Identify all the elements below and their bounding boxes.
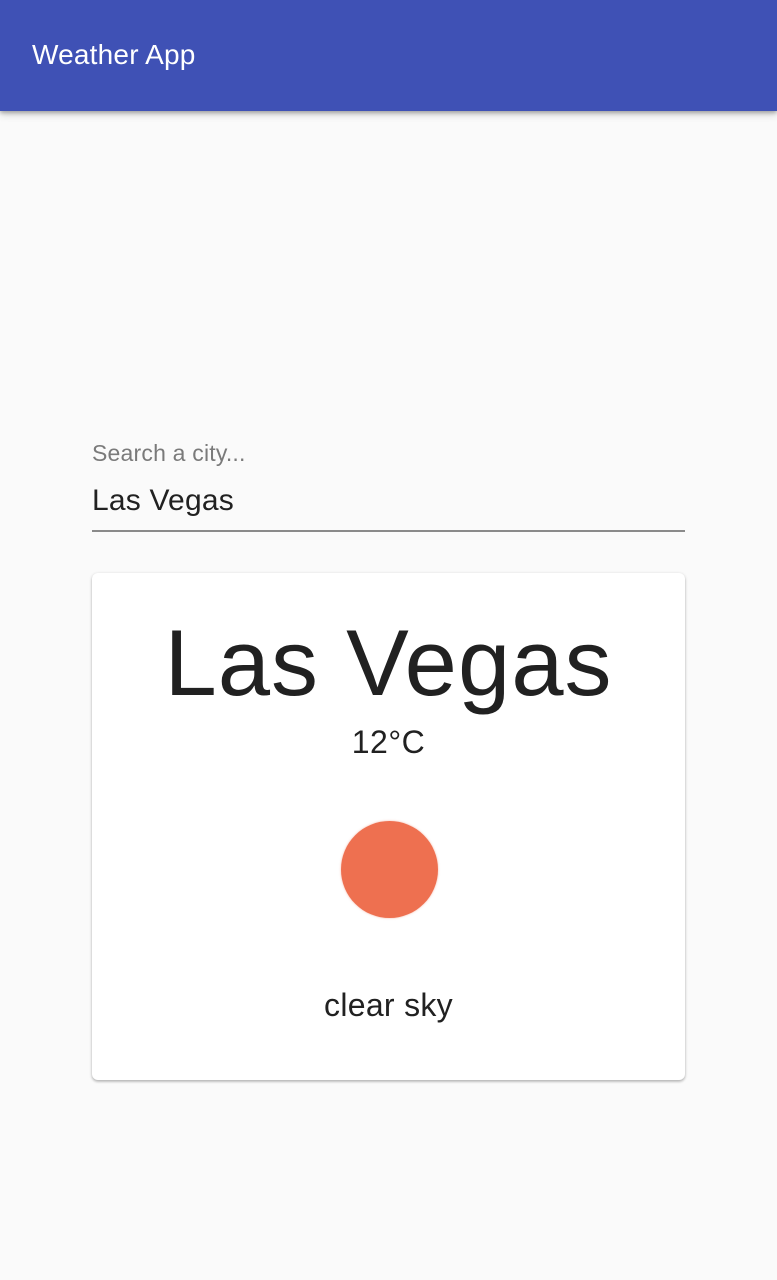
weather-card: Las Vegas 12°C clear sky <box>92 573 685 1080</box>
search-label: Search a city... <box>92 440 246 466</box>
app-title: Weather App <box>32 39 196 70</box>
city-search-field[interactable]: Search a city... <box>92 436 685 533</box>
city-search-input[interactable] <box>92 480 685 522</box>
weather-description: clear sky <box>324 987 453 1023</box>
search-underline <box>92 530 685 532</box>
sun-icon <box>341 821 438 918</box>
temperature: 12°C <box>351 724 426 760</box>
app-bar: Weather App <box>0 0 777 111</box>
city-name: Las Vegas <box>164 610 613 715</box>
